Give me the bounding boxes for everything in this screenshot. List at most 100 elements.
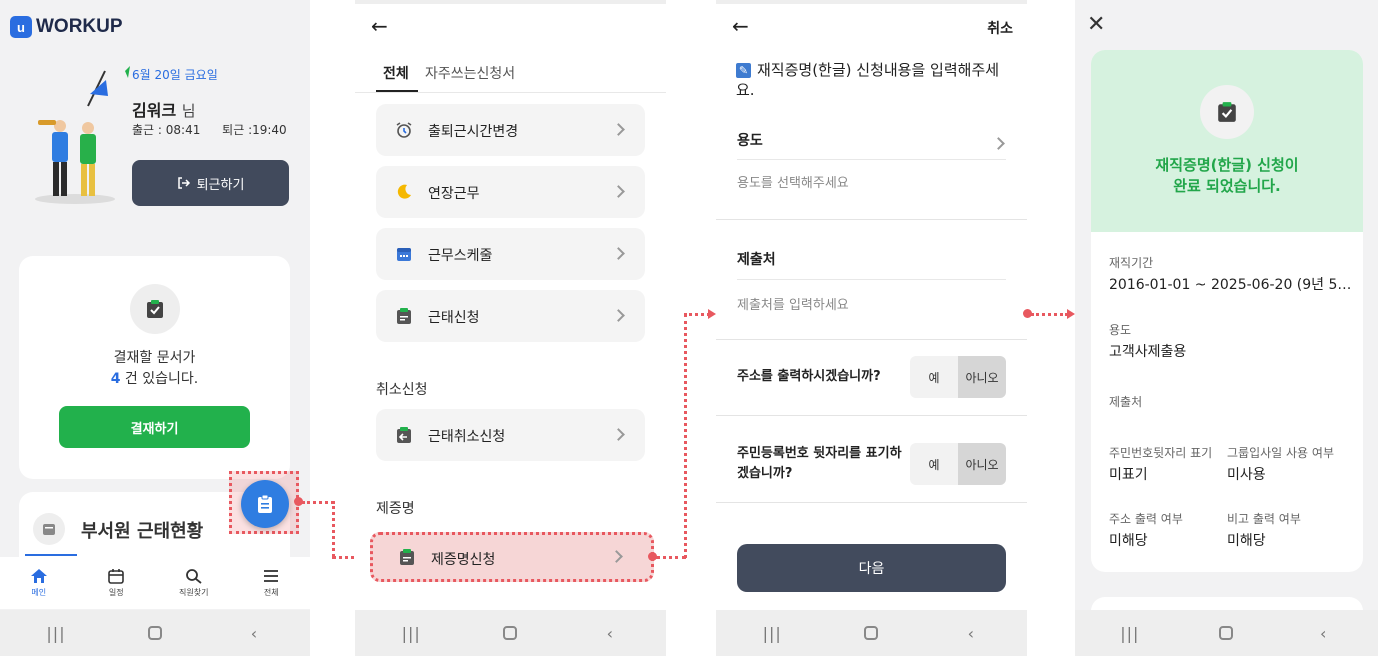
tab-main[interactable]: 메인 — [9, 568, 69, 598]
submit-to-label: 제출처 — [737, 252, 776, 268]
home-button-icon[interactable] — [503, 626, 518, 640]
team-status-title: 부서원 근태현황 — [81, 521, 204, 542]
request-fab-button[interactable] — [241, 480, 289, 528]
result-header — [1091, 50, 1363, 232]
system-nav-bar: ||| ‹ — [0, 610, 310, 656]
system-nav-bar: ||| ‹ — [355, 610, 666, 656]
note-output-label: 비고 출력 여부 — [1227, 512, 1301, 526]
menu-icon — [264, 570, 279, 582]
address-toggle: 예 아니오 — [910, 356, 1006, 398]
connector-line — [684, 314, 687, 558]
home-icon — [30, 569, 47, 583]
moon-icon — [394, 182, 414, 202]
field-divider — [737, 279, 1006, 280]
recent-apps-icon[interactable]: ||| — [752, 624, 792, 643]
recent-apps-icon[interactable]: ||| — [1110, 624, 1150, 643]
address-yes-option[interactable]: 예 — [910, 356, 958, 398]
back-arrow-icon[interactable]: ← — [732, 14, 749, 38]
connector-arrow-icon — [1067, 309, 1075, 319]
section-divider — [716, 502, 1027, 503]
submit-to-label: 제출처 — [1109, 395, 1143, 409]
back-arrow-icon[interactable]: ← — [371, 14, 388, 38]
tab-all-label: 전체 — [263, 588, 279, 597]
ssn-yes-option[interactable]: 예 — [910, 443, 958, 485]
menu-item-work-schedule[interactable]: 근무스케줄 — [376, 228, 645, 280]
recent-apps-icon[interactable]: ||| — [391, 624, 431, 643]
tab-find-staff-label: 직원찾기 — [179, 588, 209, 597]
field-divider — [737, 159, 1006, 160]
menu-item-label: 제증명신청 — [431, 552, 496, 568]
alarm-clock-icon — [394, 120, 414, 140]
back-nav-icon[interactable]: ‹ — [590, 624, 630, 643]
home-button-icon[interactable] — [148, 626, 162, 640]
calendar-icon — [108, 569, 125, 584]
form-heading: ✎ 재직증명(한글) 신청내용을 입력해주세요. — [736, 60, 1016, 100]
tab-main-label: 메인 — [31, 588, 47, 597]
clipboard-icon — [258, 494, 272, 513]
approve-button[interactable]: 결재하기 — [59, 406, 250, 448]
ssn-display-label: 주민번호뒷자리 표기 — [1109, 446, 1213, 460]
home-button-icon[interactable] — [1219, 626, 1234, 640]
logout-icon — [177, 177, 190, 189]
result-title: 재직증명(한글) 신청이 완료 되었습니다. — [1091, 155, 1363, 197]
menu-item-label: 출퇴근시간변경 — [428, 124, 519, 140]
recent-apps-icon[interactable]: ||| — [36, 624, 76, 643]
approval-line1: 결재할 문서가 — [113, 350, 196, 366]
close-icon[interactable]: ✕ — [1087, 12, 1105, 37]
clock-times: 출근 : 08:41 퇴근 :19:40 — [132, 121, 305, 138]
purpose-select[interactable]: 용도를 선택해주세요 — [737, 172, 849, 191]
next-button[interactable]: 다음 — [737, 544, 1006, 592]
tab-favorite-forms[interactable]: 자주쓰는신청서 — [425, 63, 515, 83]
tab-all[interactable]: 전체 — [241, 568, 301, 598]
clipboard-icon — [397, 547, 417, 567]
result-card: 재직증명(한글) 신청이 완료 되었습니다. 재직기간 2016-01-01 ~… — [1091, 50, 1363, 572]
bottom-tab-bar: 메인 일정 직원찾기 전체 — [0, 557, 310, 609]
ssn-no-option[interactable]: 아니오 — [958, 443, 1006, 485]
back-nav-icon[interactable]: ‹ — [1303, 624, 1343, 643]
chevron-right-icon — [612, 428, 625, 441]
status-strip — [355, 0, 666, 4]
chevron-right-icon[interactable] — [992, 137, 1005, 150]
menu-item-attendance-cancel[interactable]: 근태취소신청 — [376, 409, 645, 461]
ssn-question: 주민등록번호 뒷자리를 표기하겠습니까? — [737, 446, 902, 481]
logo-text: WORKUP — [36, 16, 123, 37]
logo-mark-icon: u — [10, 16, 32, 38]
clipboard-return-icon — [394, 425, 414, 445]
request-complete-screen: ✕ 재직증명(한글) 신청이 완료 되었습니다. 재직기간 2016-01-01… — [1075, 0, 1378, 656]
group-date-value: 미사용 — [1227, 467, 1266, 483]
purpose-label: 용도 — [1109, 323, 1132, 337]
address-question: 주소를 출력하시겠습니까? — [737, 369, 881, 384]
clipboard-icon — [394, 306, 414, 326]
user-name: 김워크 님 — [132, 97, 196, 121]
menu-item-overtime[interactable]: 연장근무 — [376, 166, 645, 218]
tab-schedule[interactable]: 일정 — [86, 568, 146, 598]
app-logo: u WORKUP — [10, 16, 123, 38]
leave-button[interactable]: 퇴근하기 — [132, 160, 289, 206]
menu-item-certificate-request[interactable]: 제증명신청 — [370, 532, 654, 582]
menu-item-label: 근태취소신청 — [428, 429, 506, 445]
main-screen: u WORKUP 6월 20일 금요일 김워크 님 출근 : 08:41 퇴근 … — [0, 0, 310, 656]
menu-item-attendance-request[interactable]: 근태신청 — [376, 290, 645, 342]
connector-line — [1031, 313, 1068, 316]
connector-arrow-icon — [708, 309, 716, 319]
address-no-option[interactable]: 아니오 — [958, 356, 1006, 398]
home-button-icon[interactable] — [864, 626, 879, 640]
tab-find-staff[interactable]: 직원찾기 — [164, 568, 224, 598]
clock-out-time: 퇴근 :19:40 — [222, 123, 287, 137]
group-date-label: 그룹입사일 사용 여부 — [1227, 446, 1334, 460]
back-nav-icon[interactable]: ‹ — [951, 624, 991, 643]
back-nav-icon[interactable]: ‹ — [234, 624, 274, 643]
tab-all-forms[interactable]: 전체 — [383, 63, 409, 83]
menu-item-label: 근태신청 — [428, 310, 480, 326]
request-list-screen: ← 전체 자주쓰는신청서 출퇴근시간변경 연장근무 근무스케줄 근태신청 취소신… — [355, 0, 666, 656]
approval-message: 결재할 문서가 4 건 있습니다. — [19, 348, 290, 390]
menu-item-label: 연장근무 — [428, 186, 480, 202]
chevron-right-icon — [610, 550, 623, 563]
menu-item-clock-change[interactable]: 출퇴근시간변경 — [376, 104, 645, 156]
user-name-text: 김워크 — [132, 101, 177, 120]
submit-to-input[interactable]: 제출처를 입력하세요 — [737, 294, 849, 313]
period-value: 2016-01-01 ~ 2025-06-20 (9년 5… — [1109, 277, 1352, 293]
cancel-button[interactable]: 취소 — [987, 18, 1013, 38]
menu-item-label: 근무스케줄 — [428, 248, 493, 264]
purpose-label: 용도 — [737, 133, 763, 149]
